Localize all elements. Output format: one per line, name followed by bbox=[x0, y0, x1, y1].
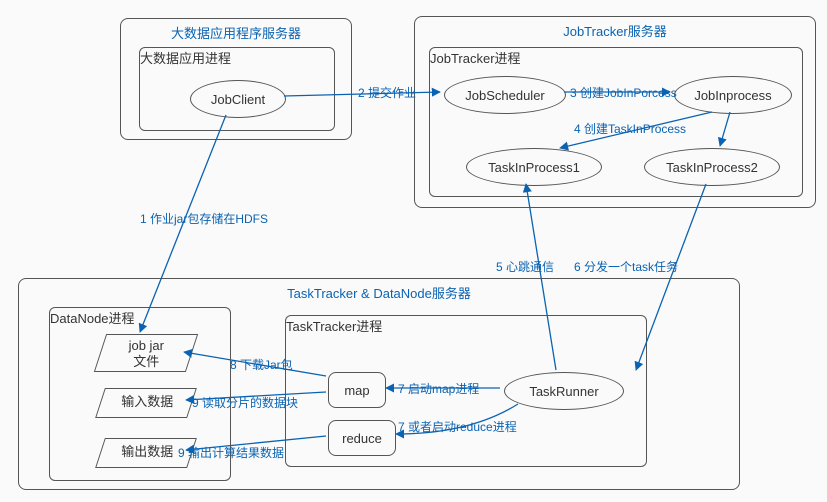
jobtracker-server-title: JobTracker服务器 bbox=[563, 21, 667, 40]
taskrunner-label: TaskRunner bbox=[529, 384, 598, 399]
jobinprocess-node: JobInprocess bbox=[674, 76, 792, 114]
app-server-title: 大数据应用程序服务器 bbox=[171, 23, 301, 42]
taskinprocess2-node: TaskInProcess2 bbox=[644, 148, 780, 186]
diagram-canvas: 大数据应用程序服务器 大数据应用进程 JobClient JobTracker服… bbox=[0, 0, 827, 502]
map-node: map bbox=[328, 372, 386, 408]
map-label: map bbox=[344, 383, 369, 398]
jobscheduler-node: JobScheduler bbox=[444, 76, 566, 114]
input-label: 输入数据 bbox=[102, 389, 192, 410]
edge5-label: 5 心跳通信 bbox=[496, 258, 554, 275]
tasktracker-process-title: TaskTracker进程 bbox=[286, 316, 646, 335]
taskrunner-node: TaskRunner bbox=[504, 372, 624, 410]
taskinprocess1-node: TaskInProcess1 bbox=[466, 148, 602, 186]
jobscheduler-label: JobScheduler bbox=[465, 88, 545, 103]
jobinprocess-label: JobInprocess bbox=[694, 88, 771, 103]
jobtracker-server-box: JobTracker服务器 JobTracker进程 JobScheduler … bbox=[414, 16, 816, 208]
edge6-label: 6 分发一个task任务 bbox=[574, 258, 678, 275]
jobtracker-process-title: JobTracker进程 bbox=[430, 48, 802, 67]
app-server-box: 大数据应用程序服务器 大数据应用进程 JobClient bbox=[120, 18, 352, 140]
jobjar-node: job jar文件 bbox=[94, 334, 198, 372]
tasktracker-server-box: TaskTracker & DataNode服务器 DataNode进程 job… bbox=[18, 278, 740, 490]
edge9a-label: 9 读取分片的数据块 bbox=[192, 394, 298, 411]
app-process-title: 大数据应用进程 bbox=[140, 48, 334, 67]
input-node: 输入数据 bbox=[95, 388, 197, 418]
app-process-box: 大数据应用进程 JobClient bbox=[139, 47, 335, 131]
jobclient-node: JobClient bbox=[190, 80, 286, 118]
edge7b-label: 7 或者启动reduce进程 bbox=[398, 418, 517, 435]
edge1-label: 1 作业jar包存储在HDFS bbox=[140, 210, 268, 227]
taskinprocess2-label: TaskInProcess2 bbox=[666, 160, 758, 175]
jobjar-label: job jar文件 bbox=[101, 335, 191, 369]
reduce-node: reduce bbox=[328, 420, 396, 456]
edge2-label: 2 提交作业 bbox=[358, 84, 416, 101]
taskinprocess1-label: TaskInProcess1 bbox=[488, 160, 580, 175]
jobclient-label: JobClient bbox=[211, 92, 265, 107]
edge8-label: 8 下载Jar包 bbox=[230, 356, 293, 373]
edge4-label: 4 创建TaskInProcess bbox=[574, 120, 686, 137]
edge3-label: 3 创建JobInPorcess bbox=[570, 84, 677, 101]
datanode-process-title: DataNode进程 bbox=[50, 308, 230, 327]
reduce-label: reduce bbox=[342, 431, 382, 446]
edge7a-label: 7 启动map进程 bbox=[398, 380, 479, 397]
edge9b-label: 9 输出计算结果数据 bbox=[178, 444, 284, 461]
tasktracker-server-title: TaskTracker & DataNode服务器 bbox=[287, 283, 471, 302]
